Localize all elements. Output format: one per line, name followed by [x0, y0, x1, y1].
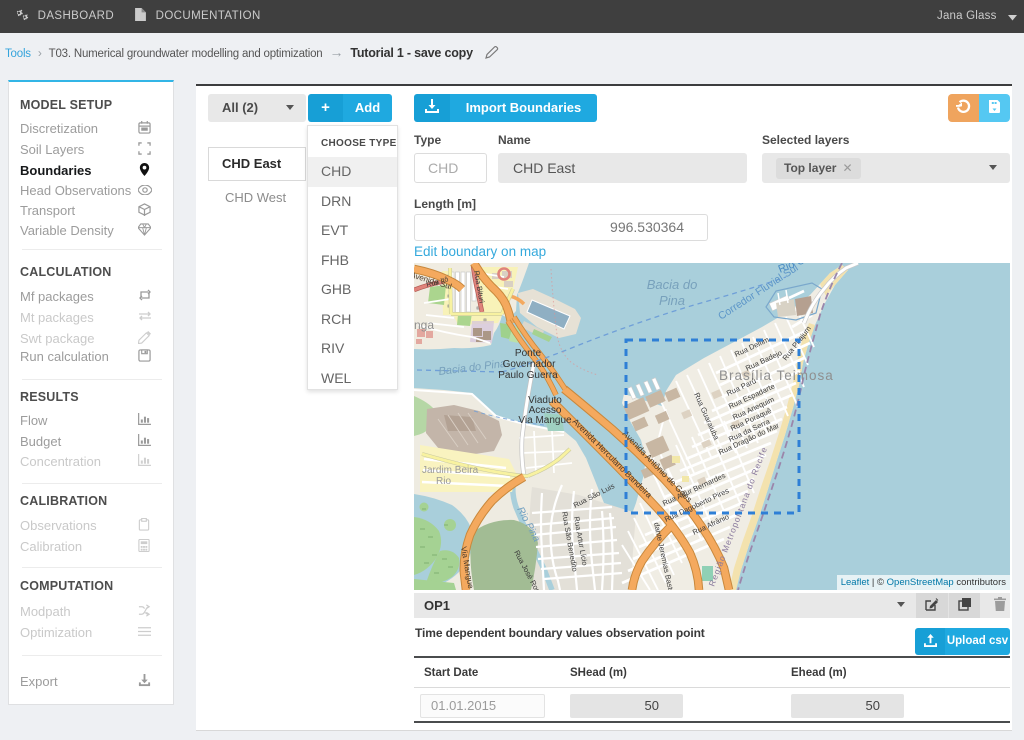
- svg-text:Pina: Pina: [659, 293, 685, 308]
- svg-text:Ponte: Ponte: [515, 348, 542, 359]
- svg-text:Jardim Beira: Jardim Beira: [422, 465, 479, 476]
- svg-text:nga: nga: [414, 318, 434, 332]
- svg-text:Brasília Teimosa: Brasília Teimosa: [719, 368, 834, 383]
- svg-text:Governador: Governador: [503, 359, 556, 370]
- svg-text:Via Mangue: Via Mangue: [518, 415, 572, 426]
- svg-text:Bacia do: Bacia do: [647, 277, 698, 292]
- svg-text:Paulo Guerra: Paulo Guerra: [498, 370, 558, 381]
- svg-text:Rio: Rio: [436, 476, 451, 487]
